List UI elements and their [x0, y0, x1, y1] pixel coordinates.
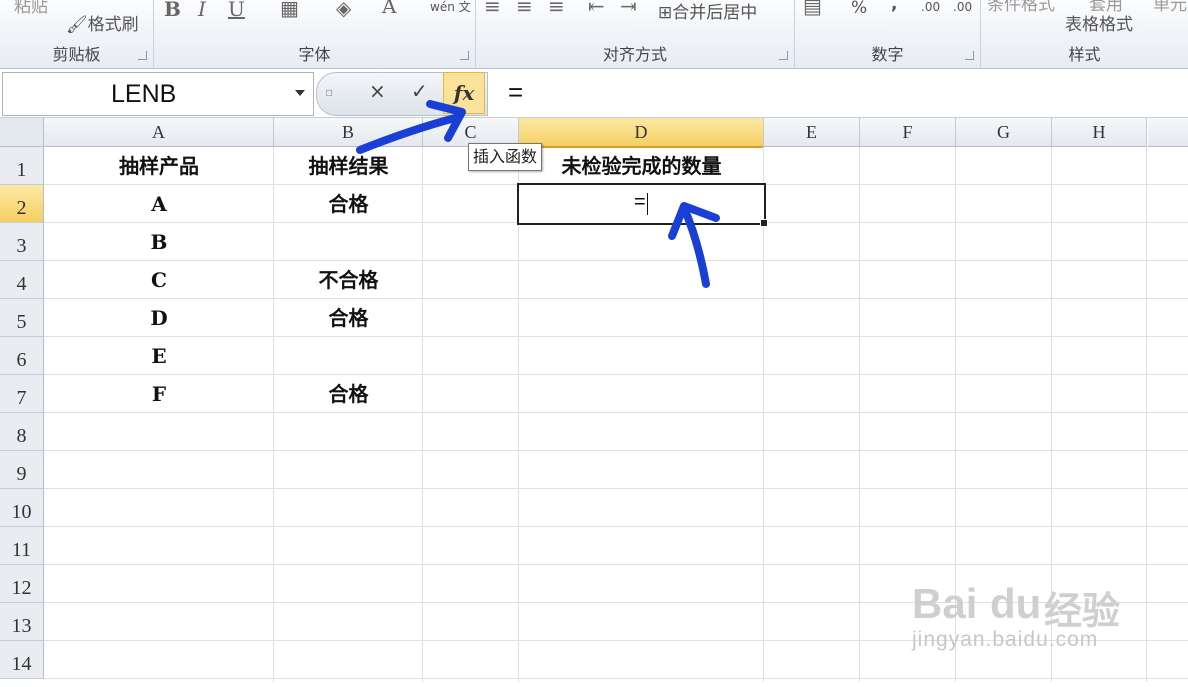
watermark-logo: Bai	[912, 580, 978, 627]
watermark-jingyan: 经验	[1044, 589, 1121, 633]
watermark-url: jingyan.baidu.com	[912, 628, 1099, 651]
arrow-to-d2-icon	[680, 204, 710, 288]
watermark-du: du	[990, 580, 1042, 627]
arrow-to-fx-icon	[356, 114, 459, 154]
